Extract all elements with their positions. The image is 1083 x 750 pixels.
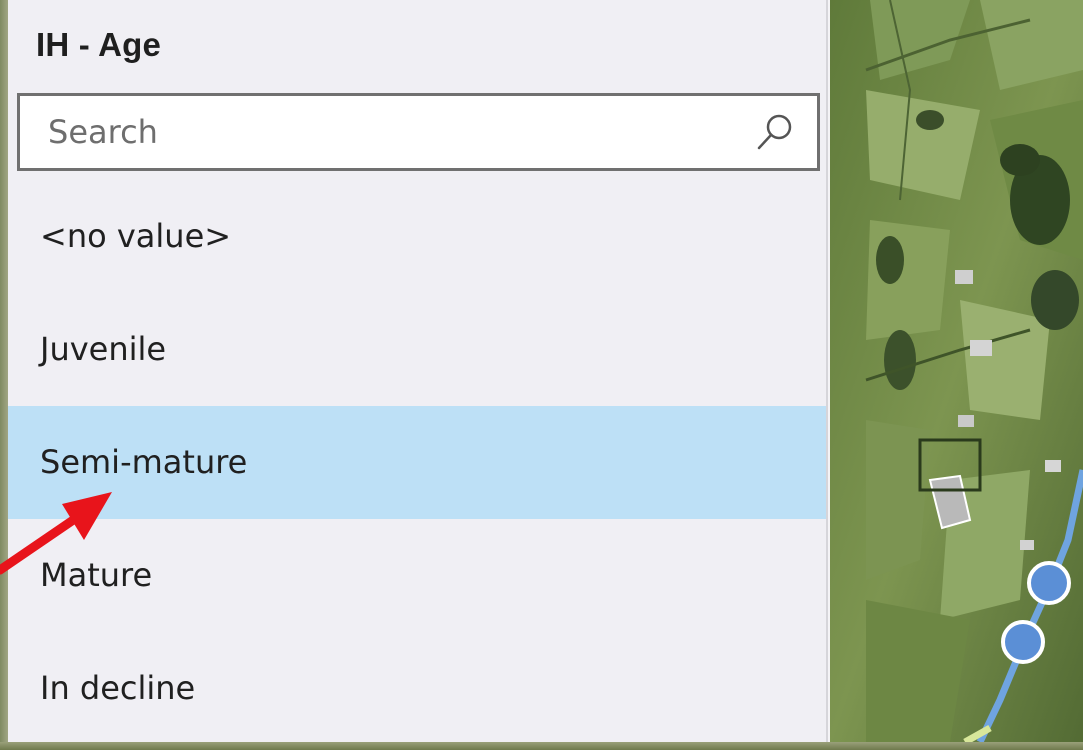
list-item-in-decline[interactable]: In decline [8,632,826,745]
panel-title: IH - Age [36,26,162,63]
option-list: <no value> Juvenile Semi-mature Mature I… [8,180,826,745]
app-screenshot: IH - Age <no value> Juvenile Semi-mature… [0,0,1083,750]
list-item-semi-mature[interactable]: Semi-mature [8,406,826,519]
search-input[interactable] [20,96,740,168]
map-vertex-marker[interactable] [1001,620,1045,664]
search-icon[interactable] [755,112,795,152]
search-box[interactable] [17,93,820,171]
satellite-map[interactable] [830,0,1083,742]
value-picker-panel: IH - Age <no value> Juvenile Semi-mature… [8,0,828,742]
map-vertex-marker[interactable] [1027,561,1071,605]
list-item-mature[interactable]: Mature [8,519,826,632]
list-item-juvenile[interactable]: Juvenile [8,293,826,406]
list-item-no-value[interactable]: <no value> [8,180,826,293]
map-imagery [830,0,1083,742]
